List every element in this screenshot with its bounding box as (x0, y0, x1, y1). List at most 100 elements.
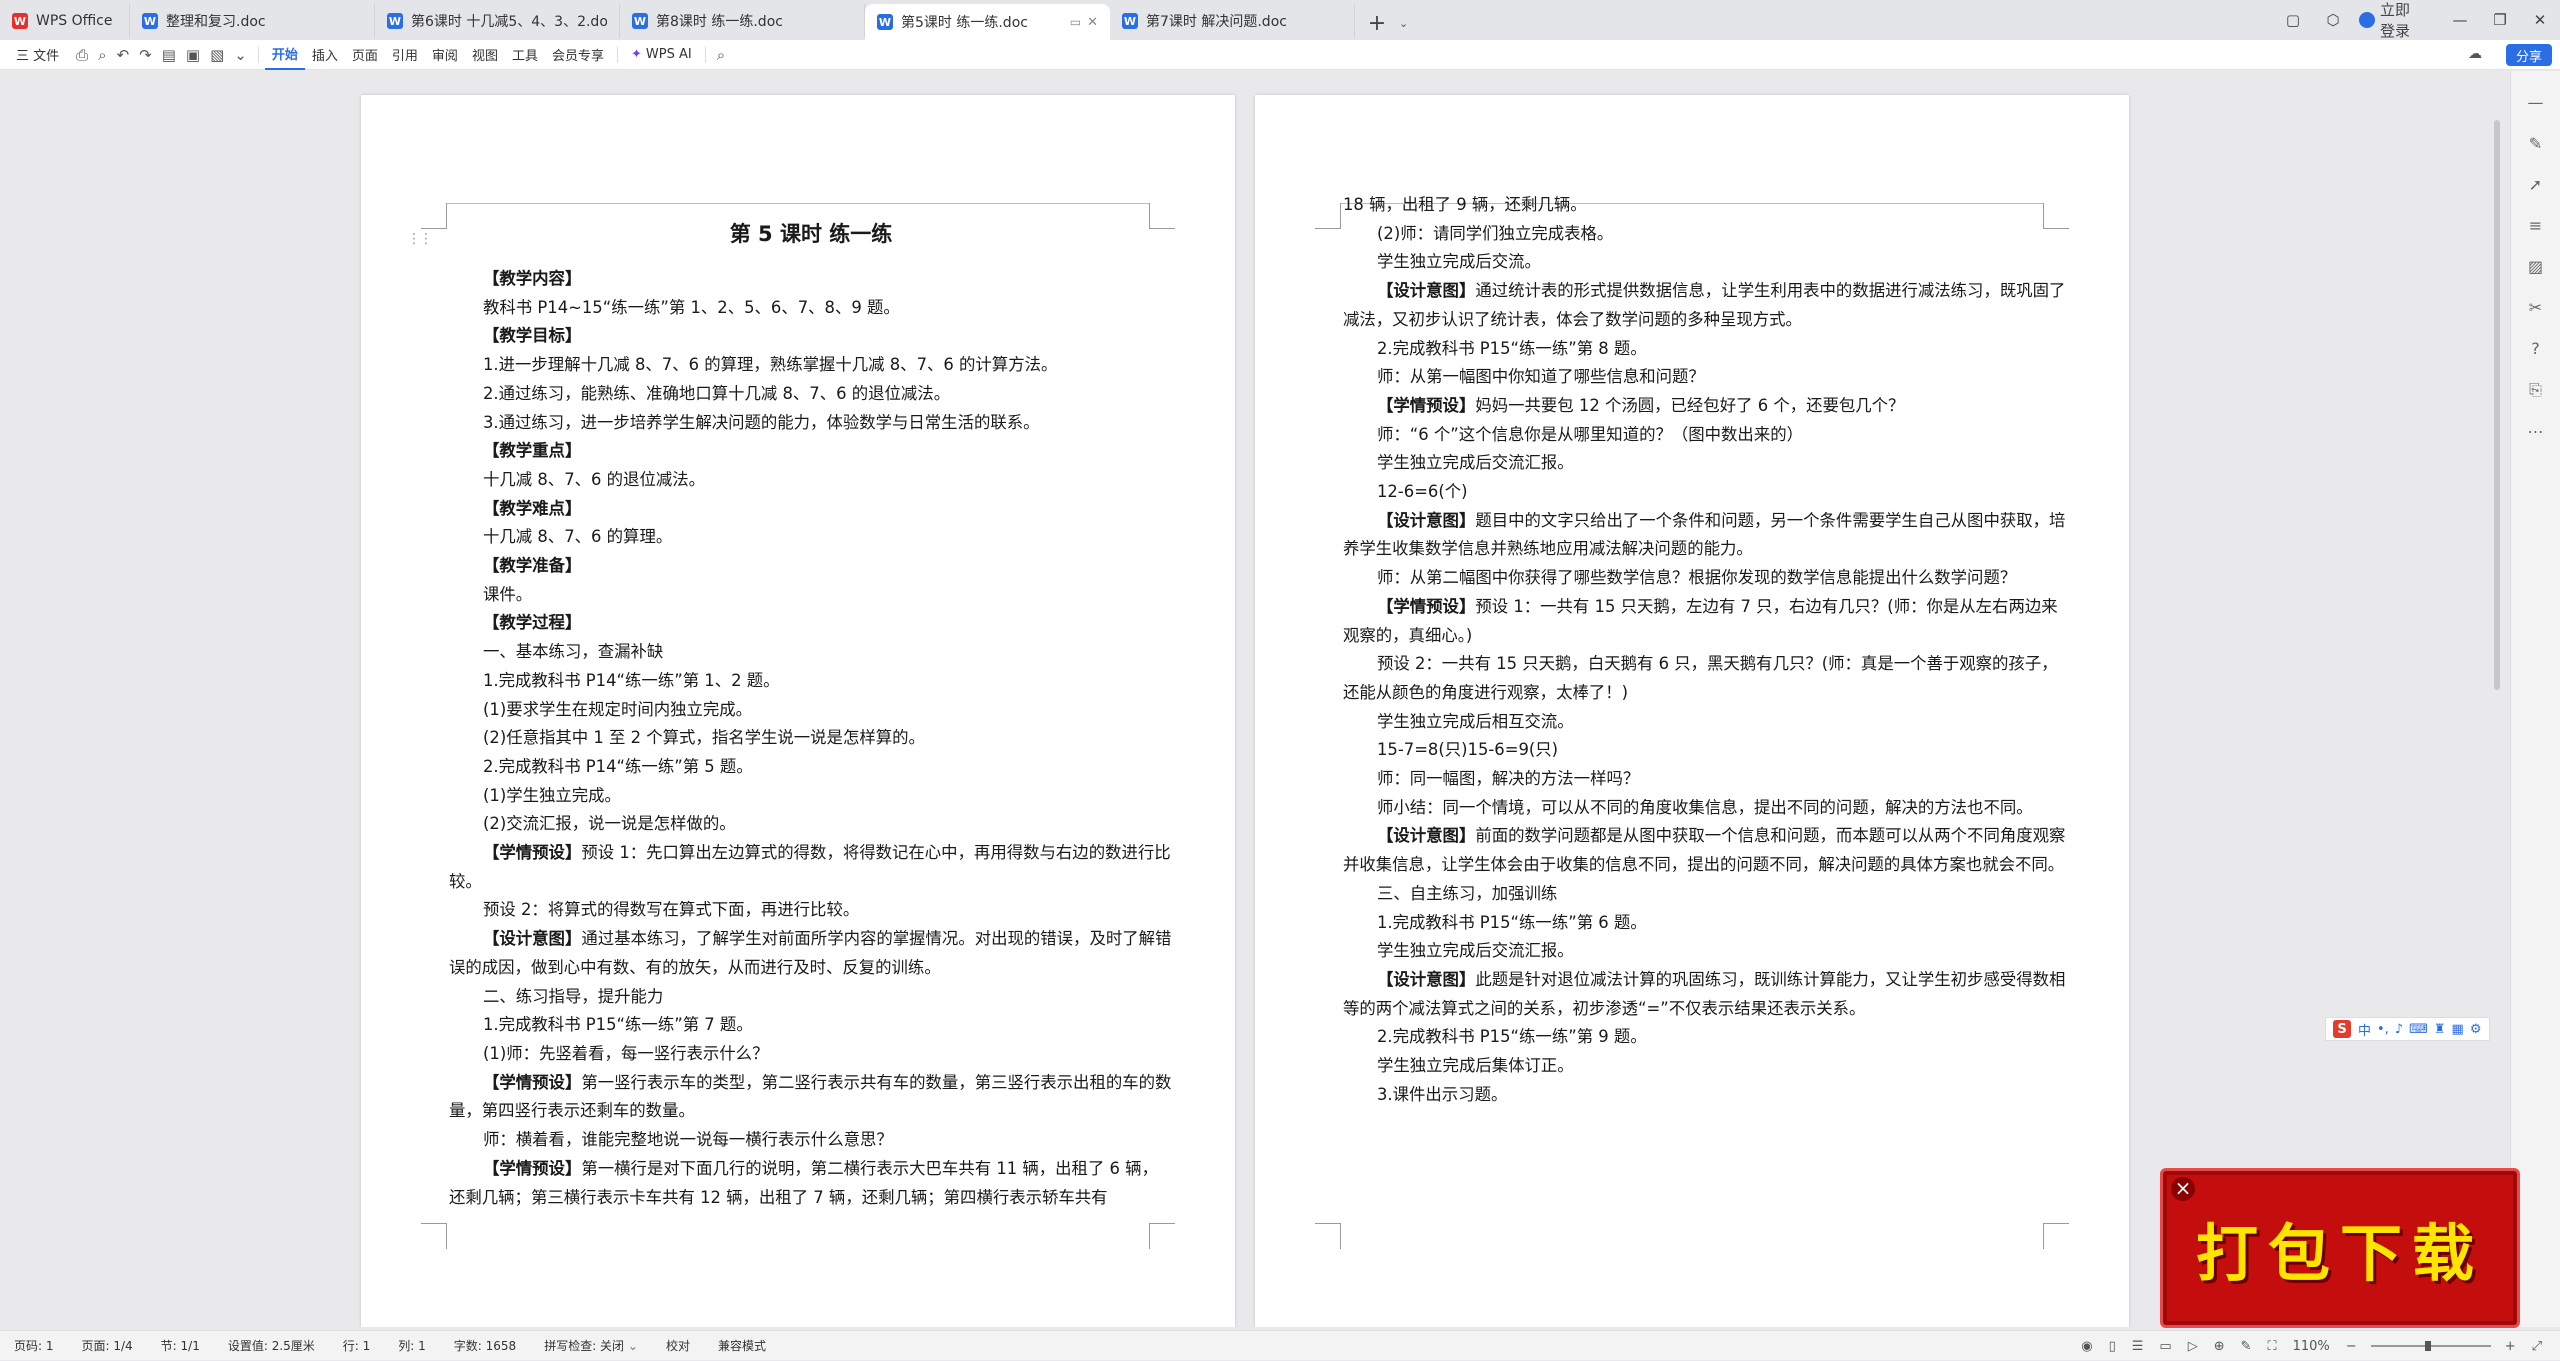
cloud-sync-icon[interactable]: ☁ (2468, 46, 2482, 62)
pen-icon[interactable]: ✎ (2511, 134, 2560, 153)
paragraph-text: 十几减 8、7、6 的退位减法。 (483, 469, 706, 489)
redo-icon[interactable]: ↷ (134, 40, 157, 70)
ribbon-tab-tools[interactable]: 工具 (505, 40, 545, 70)
tools-icon[interactable]: ✂ (2511, 298, 2560, 317)
toolbox-icon[interactable]: ▦ (2452, 1022, 2464, 1037)
help-icon[interactable]: ? (2511, 339, 2560, 358)
export-pdf-icon[interactable]: ▣ (181, 40, 205, 70)
keyboard-icon[interactable]: ⌨ (2409, 1022, 2428, 1037)
vertical-scrollbar[interactable] (2492, 120, 2502, 690)
ribbon-tab-page[interactable]: 页面 (345, 40, 385, 70)
read-view-icon[interactable]: ▭ (2159, 1339, 2171, 1354)
zoom-slider-handle[interactable] (2424, 1341, 2431, 1351)
document-page-1[interactable]: ⋮⋮ 第 5 课时 练一练 【教学内容】 教科书 P14~15“练一练”第 1、2… (361, 95, 1235, 1327)
fit-icon[interactable]: ⛶ (2268, 1339, 2277, 1354)
paragraph-text: (1)要求学生在规定时间内独立完成。 (483, 699, 753, 719)
ribbon-tab-view[interactable]: 视图 (465, 40, 505, 70)
monitor-icon[interactable]: ▭ (1070, 15, 1081, 29)
more-icon[interactable]: ⋯ (2511, 422, 2560, 441)
input-method-toolbar[interactable]: S 中 •, ♪ ⌨ ♜ ▦ ⚙ (2325, 1017, 2490, 1041)
undo-icon[interactable]: ↶ (112, 40, 135, 70)
document-page-2[interactable]: 18 辆，出租了 9 辆，还剩几辆。 (2)师：请同学们独立完成表格。 学生独立完成… (1255, 95, 2129, 1327)
tab-document[interactable]: W 整理和复习.doc (130, 4, 375, 38)
status-proof[interactable]: 校对 (652, 1337, 704, 1354)
status-page-number[interactable]: 页码: 1 (0, 1337, 68, 1354)
share-button[interactable]: 分享 (2505, 44, 2552, 66)
punctuation-icon[interactable]: •, (2377, 1022, 2389, 1037)
paragraph-text: 1.进一步理解十几减 8、7、6 的算理，熟练掌握十几减 8、7、6 的计算方法… (483, 355, 1058, 375)
chevron-down-icon[interactable]: ⌄ (1399, 6, 1408, 40)
new-tab-button[interactable]: + (1355, 6, 1399, 40)
zoom-out-icon[interactable]: − (2346, 1339, 2357, 1354)
status-page-count[interactable]: 页面: 1/4 (68, 1337, 147, 1354)
scrollbar-thumb[interactable] (2494, 120, 2500, 690)
status-compat-mode[interactable]: 兼容模式 (704, 1337, 780, 1354)
section-heading: 【设计意图】 (1377, 510, 1476, 530)
paragraph-text: 12-6=6(个) (1377, 482, 1468, 502)
format-icon[interactable]: ▧ (205, 40, 229, 70)
edit-icon[interactable]: ✎ (2241, 1339, 2252, 1354)
drag-handle-icon[interactable]: ⋮⋮ (407, 231, 433, 247)
image-icon[interactable]: ▨ (2511, 257, 2560, 276)
close-icon[interactable]: ✕ (1087, 15, 1098, 30)
paragraph: 学生独立完成后交流。 (1343, 248, 2067, 277)
share-panel-icon[interactable]: ⎘ (2511, 380, 2560, 400)
more-chevron-icon[interactable]: ⌄ (229, 40, 252, 70)
status-column[interactable]: 列: 1 (384, 1337, 440, 1354)
fullscreen-icon[interactable]: ⤢ (2532, 1339, 2542, 1354)
save-icon[interactable]: ⎙ (71, 40, 93, 70)
minimize-panel-icon[interactable]: — (2511, 93, 2560, 112)
file-menu[interactable]: 三 文件 (0, 40, 71, 70)
layout-icon[interactable]: ▢ (2273, 0, 2313, 40)
zoom-level[interactable]: 110% (2293, 1339, 2330, 1354)
tab-label: 第6课时 十几减5、4、3、2.doc (411, 14, 607, 30)
wps-logo-icon: W (12, 13, 28, 29)
ribbon-tab-references[interactable]: 引用 (385, 40, 425, 70)
cube-icon[interactable]: ⬡ (2313, 0, 2353, 40)
minimize-icon[interactable]: — (2440, 0, 2480, 40)
status-word-count[interactable]: 字数: 1658 (440, 1337, 530, 1354)
search-icon[interactable]: ⌕ (712, 40, 730, 70)
ribbon-tab-insert[interactable]: 插入 (305, 40, 345, 70)
outline-view-icon[interactable]: ☰ (2132, 1339, 2144, 1354)
play-icon[interactable]: ▷ (2188, 1339, 2198, 1354)
close-window-icon[interactable]: ✕ (2520, 0, 2560, 40)
paragraph: 3.课件出示习题。 (1343, 1081, 2067, 1110)
web-view-icon[interactable]: ⊕ (2214, 1339, 2225, 1354)
status-row[interactable]: 行: 1 (329, 1337, 385, 1354)
paragraph: 预设 2：将算式的得数写在算式下面，再进行比较。 (449, 896, 1173, 925)
search-doc-icon[interactable]: ⌕ (93, 40, 111, 70)
tab-wps-office[interactable]: W WPS Office (0, 4, 130, 38)
ribbon-tab-member[interactable]: 会员专享 (545, 40, 611, 70)
status-settings[interactable]: 设置值: 2.5厘米 (214, 1337, 329, 1354)
document-canvas[interactable]: ⋮⋮ 第 5 课时 练一练 【教学内容】 教科书 P14~15“练一练”第 1、2… (0, 71, 2510, 1327)
settings-icon[interactable]: ⚙ (2470, 1022, 2482, 1037)
tab-document[interactable]: W 第8课时 练一练.doc (620, 4, 865, 38)
ime-mode[interactable]: 中 (2358, 1020, 2371, 1039)
page-1-body[interactable]: 第 5 课时 练一练 【教学内容】 教科书 P14~15“练一练”第 1、2、5、… (449, 207, 1173, 1212)
restore-icon[interactable]: ❐ (2480, 0, 2520, 40)
ribbon-tab-home[interactable]: 开始 (264, 40, 305, 70)
skin-icon[interactable]: ♜ (2434, 1022, 2446, 1037)
status-section[interactable]: 节: 1/1 (147, 1337, 214, 1354)
status-spell-check[interactable]: 拼写检查: 关闭 (530, 1337, 652, 1354)
ribbon-tab-review[interactable]: 审阅 (425, 40, 465, 70)
wps-ai-button[interactable]: ✦ WPS AI (624, 40, 699, 70)
microphone-icon[interactable]: ♪ (2395, 1022, 2403, 1037)
download-promo-banner[interactable]: × 打包下载 (2160, 1168, 2520, 1328)
tab-document[interactable]: W 第6课时 十几减5、4、3、2.doc (375, 4, 620, 38)
eye-protect-icon[interactable]: ◉ (2081, 1339, 2092, 1354)
print-icon[interactable]: ▤ (157, 40, 181, 70)
tab-document[interactable]: W 第7课时 解决问题.doc (1110, 4, 1355, 38)
zoom-in-icon[interactable]: + (2505, 1339, 2516, 1354)
section-heading: 【学情预设】 (1377, 395, 1476, 415)
zoom-slider[interactable] (2370, 1341, 2491, 1351)
close-icon[interactable]: × (2171, 1177, 2195, 1201)
tab-document-active[interactable]: W 第5课时 练一练.doc ▭ ✕ (865, 4, 1110, 40)
page-2-body[interactable]: 18 辆，出租了 9 辆，还剩几辆。 (2)师：请同学们独立完成表格。 学生独立完成… (1343, 191, 2067, 1110)
page-view-icon[interactable]: ▯ (2109, 1339, 2116, 1354)
header-line (447, 203, 1149, 204)
select-cursor-icon[interactable]: ➚ (2511, 175, 2560, 194)
format-brush-icon[interactable]: ≡ (2511, 216, 2560, 235)
login-button[interactable]: 立即登录 (2359, 0, 2420, 40)
